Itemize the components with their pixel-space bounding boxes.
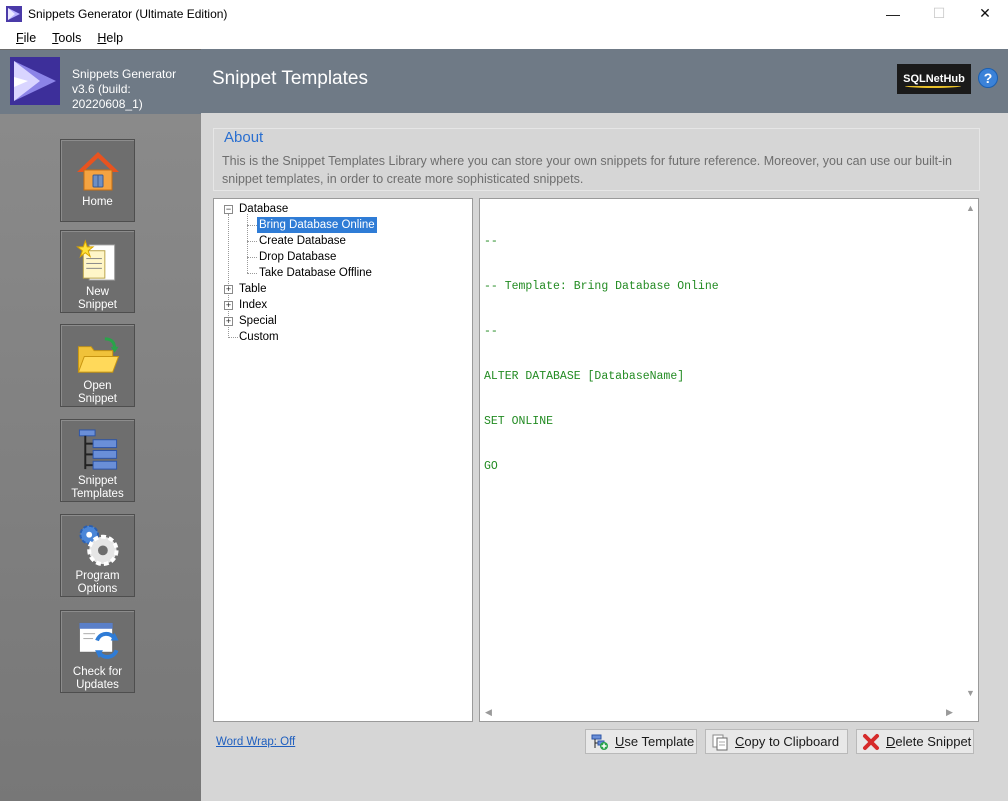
tree-node-create-database[interactable]: Create Database — [259, 233, 346, 249]
app-info: Snippets Generator v3.6 (build: 20220608… — [72, 67, 201, 112]
tree-list-icon — [78, 429, 117, 470]
home-icon — [76, 152, 119, 191]
use-template-icon — [591, 734, 608, 750]
brand-swoosh-icon — [905, 84, 961, 88]
delete-snippet-label: Delete Snippet — [886, 734, 971, 749]
expand-icon[interactable]: + — [224, 317, 233, 326]
tree-line — [247, 225, 257, 226]
tree-line — [228, 337, 238, 338]
app-header: Snippets Generator v3.6 (build: 20220608… — [0, 50, 201, 114]
page-title: Snippet Templates — [212, 68, 368, 89]
code-content: -- -- Template: Bring Database Online --… — [484, 204, 719, 504]
nav-snippet-templates-label: Snippet Templates — [71, 475, 124, 500]
use-template-text: se Template — [624, 734, 695, 749]
left-navigation: Snippets Generator v3.6 (build: 20220608… — [0, 49, 201, 801]
word-wrap-link[interactable]: Word Wrap: Off — [216, 736, 295, 748]
menu-help-label: elp — [106, 31, 124, 45]
tree-node-table[interactable]: Table — [239, 281, 267, 297]
nav-check-updates-button[interactable]: Check for Updates — [60, 610, 135, 693]
tree-line — [247, 214, 248, 273]
horizontal-scrollbar[interactable]: ◀ ▶ — [480, 704, 978, 721]
tree-node-database[interactable]: Database — [239, 201, 288, 217]
menu-help[interactable]: Help — [89, 29, 131, 47]
menu-bar: File Tools Help — [0, 27, 1008, 49]
gears-icon — [78, 524, 119, 567]
use-template-key: U — [615, 734, 625, 749]
copy-to-clipboard-button[interactable]: Copy to Clipboard — [705, 729, 848, 754]
vertical-scrollbar[interactable]: ▲ ▼ — [962, 199, 978, 704]
code-line: -- — [484, 325, 498, 338]
new-snippet-icon — [75, 239, 115, 281]
code-line: GO — [484, 460, 498, 473]
about-section: About This is the Snippet Templates Libr… — [213, 128, 980, 191]
close-button[interactable]: ✕ — [962, 0, 1008, 27]
menu-file-label: ile — [23, 31, 37, 45]
delete-text: elete Snippet — [895, 734, 972, 749]
tree-node-special[interactable]: Special — [239, 313, 277, 329]
app-logo-icon — [10, 57, 60, 105]
use-template-button[interactable]: Use Template — [585, 729, 697, 754]
help-icon[interactable]: ? — [978, 68, 998, 88]
template-tree[interactable]: − Database Bring Database Online Create … — [213, 198, 473, 722]
nav-open-snippet-button[interactable]: Open Snippet — [60, 324, 135, 407]
scroll-up-icon[interactable]: ▲ — [966, 203, 975, 213]
menu-file[interactable]: File — [8, 29, 44, 47]
nav-check-updates-label: Check for Updates — [72, 666, 123, 691]
updates-icon — [78, 622, 119, 659]
nav-program-options-label: Program Options — [75, 570, 120, 595]
tree-line — [247, 257, 257, 258]
copy-text: opy to Clipboard — [744, 734, 840, 749]
nav-strip: Home New Snippet Open Snippet Snippet Te… — [0, 114, 201, 801]
expand-icon[interactable]: + — [224, 301, 233, 310]
clipboard-icon — [712, 734, 728, 750]
code-editor[interactable]: -- -- Template: Bring Database Online --… — [479, 198, 979, 722]
nav-snippet-templates-button[interactable]: Snippet Templates — [60, 419, 135, 502]
tree-line — [247, 241, 257, 242]
tree-node-drop-database[interactable]: Drop Database — [259, 249, 336, 265]
code-line: -- — [484, 235, 498, 248]
scroll-down-icon[interactable]: ▼ — [966, 688, 975, 698]
tree-node-index[interactable]: Index — [239, 297, 267, 313]
window-title: Snippets Generator (Ultimate Edition) — [28, 6, 228, 21]
copy-key: C — [735, 734, 745, 749]
app-name: Snippets Generator — [72, 67, 177, 81]
menu-tools[interactable]: Tools — [44, 29, 89, 47]
main-panel: Snippet Templates SQLNetHub ? About This… — [201, 49, 1008, 801]
app-icon — [6, 5, 22, 22]
delete-snippet-button[interactable]: Delete Snippet — [856, 729, 974, 754]
menu-tools-label: ools — [58, 31, 82, 45]
code-line: -- Template: Bring Database Online — [484, 280, 719, 293]
scroll-left-icon[interactable]: ◀ — [485, 707, 492, 718]
tree-node-bring-database-online[interactable]: Bring Database Online — [257, 217, 377, 233]
collapse-icon[interactable]: − — [224, 205, 233, 214]
tree-node-take-database-offline[interactable]: Take Database Offline — [259, 265, 372, 281]
delete-key: D — [886, 734, 896, 749]
tree-node-custom[interactable]: Custom — [239, 329, 279, 345]
expand-icon[interactable]: + — [224, 285, 233, 294]
nav-open-snippet-label: Open Snippet — [77, 380, 117, 405]
delete-icon — [863, 733, 879, 750]
code-line: ALTER DATABASE [DatabaseName] — [484, 370, 685, 383]
open-folder-icon — [77, 337, 119, 373]
code-line: SET ONLINE — [484, 415, 554, 428]
nav-program-options-button[interactable]: Program Options — [60, 514, 135, 597]
tree-line — [247, 273, 257, 274]
nav-new-snippet-button[interactable]: New Snippet — [60, 230, 135, 313]
nav-new-snippet-label: New Snippet — [77, 286, 117, 311]
menu-file-key: F — [16, 31, 24, 45]
maximize-button[interactable]: ☐ — [916, 0, 962, 27]
brand-logo[interactable]: SQLNetHub — [897, 64, 971, 94]
nav-home-label: Home — [82, 196, 113, 208]
copy-to-clipboard-label: Copy to Clipboard — [735, 734, 839, 749]
app-version: v3.6 (build: 20220608_1) — [72, 82, 143, 111]
main-header: Snippet Templates SQLNetHub ? — [201, 49, 1008, 113]
scroll-right-icon[interactable]: ▶ — [946, 707, 953, 718]
nav-home-button[interactable]: Home — [60, 139, 135, 222]
title-bar: Snippets Generator (Ultimate Edition) — … — [0, 0, 1008, 27]
about-title: About — [224, 129, 264, 146]
minimize-button[interactable]: — — [870, 0, 916, 27]
use-template-label: Use Template — [615, 734, 694, 749]
about-text: This is the Snippet Templates Library wh… — [222, 154, 953, 186]
